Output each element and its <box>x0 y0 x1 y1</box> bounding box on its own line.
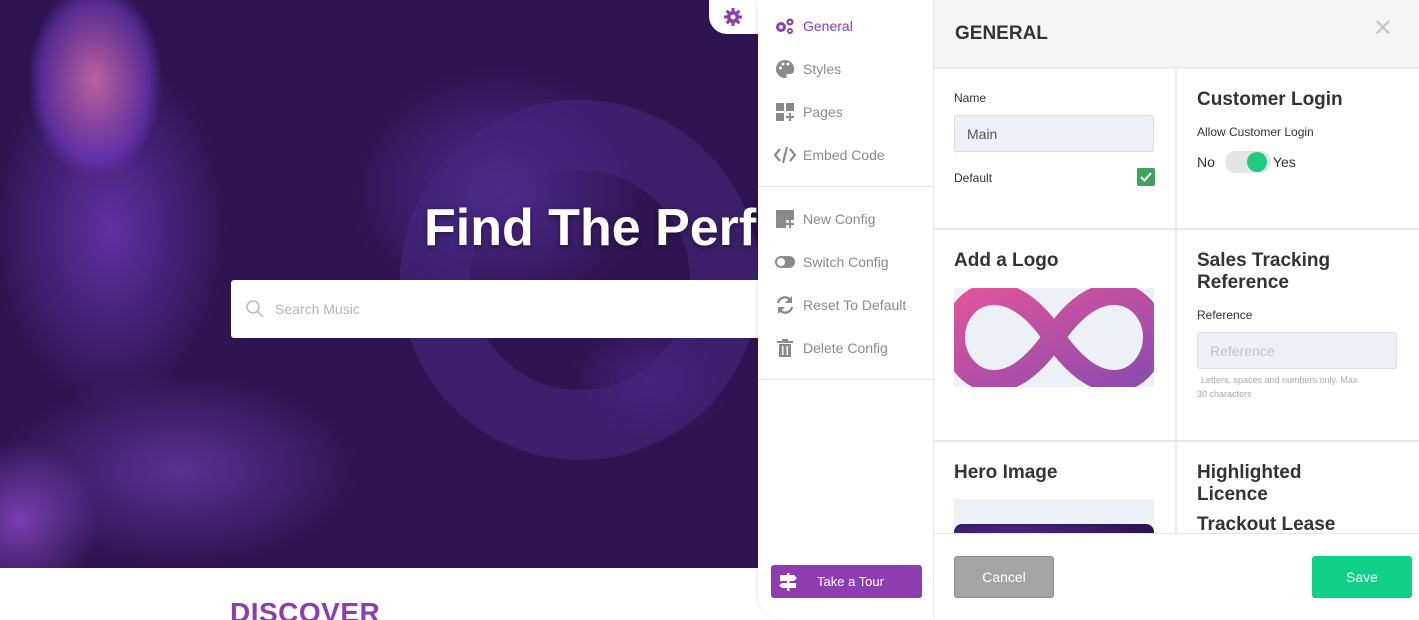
reference-hint-line2: 30 characters <box>1197 389 1252 399</box>
sales-tracking-title-line1: Sales Tracking <box>1197 250 1331 271</box>
palette-icon <box>774 58 796 80</box>
search-input[interactable] <box>275 301 575 317</box>
sidebar-item-label: Reset To Default <box>803 296 907 313</box>
take-a-tour-label: Take a Tour <box>817 574 884 589</box>
hero-image-card: Hero Image <box>934 442 1175 533</box>
close-icon[interactable]: ✕ <box>1373 16 1393 40</box>
sales-tracking-title-line2: Reference <box>1197 272 1289 293</box>
toggle-yes-label: Yes <box>1272 154 1296 170</box>
allow-customer-login-label: Allow Customer Login <box>1197 125 1314 139</box>
sidebar-item-label: Embed Code <box>803 146 885 163</box>
sidebar-item-pages[interactable]: Pages <box>758 90 933 133</box>
new-config-icon <box>774 208 796 230</box>
reference-hint-line1: Letters, spaces and numbers only. Max <box>1201 375 1358 385</box>
infinity-logo-icon <box>954 288 1154 387</box>
hero-image-preview[interactable] <box>954 499 1154 533</box>
customer-login-title: Customer Login <box>1197 89 1343 110</box>
toggle-knob <box>1246 152 1267 172</box>
customer-login-toggle-row: No Yes <box>1197 151 1399 173</box>
highlighted-licence-value[interactable]: Trackout Lease <box>1197 514 1399 533</box>
save-button[interactable]: Save <box>1312 556 1412 598</box>
panel-title: GENERAL <box>955 22 1048 44</box>
customer-login-toggle[interactable] <box>1224 151 1271 173</box>
hero-title: Find The Perfe <box>424 199 786 257</box>
settings-sidebar: General Styles Pages Embed Code New Conf… <box>758 0 934 618</box>
panel-header: GENERAL ✕ <box>934 0 1419 68</box>
sidebar-item-styles[interactable]: Styles <box>758 47 933 90</box>
sidebar-item-label: Pages <box>803 103 843 120</box>
signpost-icon <box>777 571 799 593</box>
search-bar[interactable] <box>231 280 791 338</box>
sidebar-item-general[interactable]: General <box>758 4 933 47</box>
config-nav: New Config Switch Config Reset To Defaul… <box>758 187 933 380</box>
pages-add-icon <box>774 101 796 123</box>
settings-grid: Name Default Customer Login Allow Custom… <box>934 69 1419 533</box>
sidebar-item-delete-config[interactable]: Delete Config <box>758 326 933 369</box>
default-checkbox[interactable] <box>1137 168 1155 186</box>
default-row: Default <box>954 168 1155 186</box>
search-icon <box>246 300 264 318</box>
toggle-no-label: No <box>1197 154 1215 170</box>
sidebar-item-label: Styles <box>803 60 842 77</box>
sidebar-item-reset-default[interactable]: Reset To Default <box>758 283 933 326</box>
sidebar-item-label: New Config <box>803 210 876 227</box>
customer-login-card: Customer Login Allow Customer Login No Y… <box>1177 69 1419 228</box>
logo-upload-area[interactable] <box>954 288 1154 387</box>
name-input[interactable] <box>954 115 1154 152</box>
sidebar-item-label: Delete Config <box>803 339 888 356</box>
sales-tracking-card: Sales Tracking Reference Reference Lette… <box>1177 230 1419 440</box>
settings-nav: General Styles Pages Embed Code <box>758 0 933 187</box>
highlighted-licence-title-line2: Licence <box>1197 484 1268 505</box>
default-label: Default <box>954 171 993 185</box>
add-logo-title: Add a Logo <box>954 250 1059 271</box>
gear-icon <box>724 8 742 26</box>
name-label: Name <box>954 91 987 105</box>
settings-panel: GENERAL ✕ Name Default Customer Login Al… <box>934 0 1419 620</box>
highlighted-licence-card: Highlighted Licence Trackout Lease <box>1177 442 1419 533</box>
panel-footer: Cancel Save <box>934 533 1419 620</box>
sidebar-item-switch-config[interactable]: Switch Config <box>758 240 933 283</box>
toggle-icon <box>774 251 796 273</box>
sidebar-item-label: General <box>803 17 853 34</box>
checkmark-icon <box>1140 172 1152 182</box>
discover-heading: DISCOVER <box>230 597 381 620</box>
hero-image-thumbnail <box>954 524 1154 533</box>
refresh-icon <box>774 294 796 316</box>
highlighted-licence-title-line1: Highlighted <box>1197 462 1302 483</box>
general-name-card: Name Default <box>934 69 1175 228</box>
code-icon <box>774 144 796 166</box>
trash-icon <box>774 337 796 359</box>
cancel-button[interactable]: Cancel <box>954 556 1054 598</box>
sidebar-item-embed-code[interactable]: Embed Code <box>758 133 933 176</box>
sidebar-item-new-config[interactable]: New Config <box>758 197 933 240</box>
hero-image-title: Hero Image <box>954 462 1058 483</box>
gears-icon <box>774 15 796 37</box>
reference-input[interactable] <box>1197 332 1397 369</box>
take-a-tour-button[interactable]: Take a Tour <box>771 565 922 598</box>
sidebar-item-label: Switch Config <box>803 253 889 270</box>
reference-label: Reference <box>1197 308 1253 322</box>
logo-card: Add a Logo <box>934 230 1175 440</box>
